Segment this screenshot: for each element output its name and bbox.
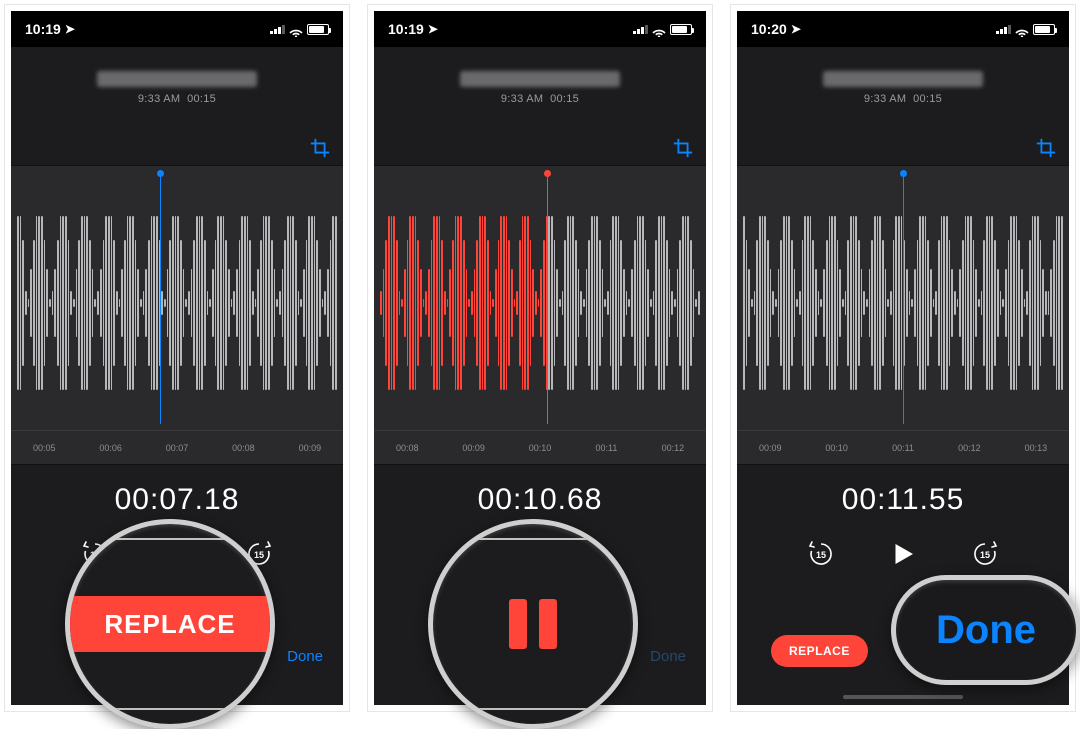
recording-time: 9:33 AM: [864, 93, 906, 105]
phone-screenshot: 10:19 ➤9:33 AM 00:1500:0800:0900:1000:11…: [367, 4, 713, 712]
timeline-tick: 00:09: [737, 443, 803, 453]
battery-icon: [1033, 24, 1055, 35]
skip-forward-button[interactable]: 15: [970, 539, 1000, 569]
recording-header: 9:33 AM 00:15: [737, 47, 1069, 165]
timeline: 00:0800:0900:1000:1100:12: [374, 430, 706, 464]
wifi-icon: [1015, 24, 1029, 34]
done-button-zoom: Done: [936, 608, 1036, 653]
timeline-tick: 00:11: [573, 443, 639, 453]
timeline-tick: 00:12: [936, 443, 1002, 453]
callout-replace: REPLACE: [65, 519, 275, 729]
status-bar: 10:20 ➤: [737, 11, 1069, 47]
recording-title: [823, 71, 983, 87]
current-time: 00:11.55: [842, 483, 965, 517]
play-button[interactable]: [888, 539, 918, 569]
recording-title: [97, 71, 257, 87]
trim-icon[interactable]: [309, 137, 331, 159]
playhead[interactable]: [547, 166, 548, 424]
cellular-icon: [996, 24, 1011, 34]
done-button: Done: [650, 648, 686, 665]
timeline-tick: 00:05: [11, 443, 77, 453]
recording-header: 9:33 AM 00:15: [11, 47, 343, 165]
replace-button-zoom: REPLACE: [65, 596, 275, 652]
home-indicator: [843, 695, 963, 699]
status-bar: 10:19 ➤: [11, 11, 343, 47]
recording-time: 9:33 AM: [501, 93, 543, 105]
location-icon: ➤: [428, 22, 438, 36]
done-button[interactable]: Done: [287, 648, 323, 665]
timeline-tick: 00:11: [870, 443, 936, 453]
skip-back-button[interactable]: 15: [806, 539, 836, 569]
status-time: 10:19: [388, 21, 424, 37]
playhead[interactable]: [160, 166, 161, 424]
timeline: 00:0500:0600:0700:0800:09: [11, 430, 343, 464]
timeline-tick: 00:12: [640, 443, 706, 453]
recording-duration: 00:15: [913, 93, 942, 105]
waveform-area[interactable]: 00:0900:1000:1100:1200:13: [737, 165, 1069, 465]
current-time: 00:07.18: [115, 483, 240, 517]
location-icon: ➤: [65, 22, 75, 36]
trim-icon[interactable]: [1035, 137, 1057, 159]
waveform-area[interactable]: 00:0500:0600:0700:0800:09: [11, 165, 343, 465]
current-time: 00:10.68: [478, 483, 603, 517]
replace-button[interactable]: REPLACE: [771, 635, 868, 667]
playhead[interactable]: [903, 166, 904, 424]
status-time: 10:20: [751, 21, 787, 37]
phone-screenshot: 10:19 ➤9:33 AM 00:1500:0500:0600:0700:08…: [4, 4, 350, 712]
timeline-tick: 00:08: [374, 443, 440, 453]
trim-icon[interactable]: [672, 137, 694, 159]
battery-icon: [307, 24, 329, 35]
timeline-tick: 00:10: [507, 443, 573, 453]
status-time: 10:19: [25, 21, 61, 37]
timeline: 00:0900:1000:1100:1200:13: [737, 430, 1069, 464]
recording-duration: 00:15: [187, 93, 216, 105]
callout-pause: [428, 519, 638, 729]
wifi-icon: [652, 24, 666, 34]
timeline-tick: 00:07: [144, 443, 210, 453]
timeline-tick: 00:09: [277, 443, 343, 453]
timeline-tick: 00:13: [1003, 443, 1069, 453]
waveform: [17, 202, 337, 404]
timeline-tick: 00:08: [210, 443, 276, 453]
recording-title: [460, 71, 620, 87]
recording-time: 9:33 AM: [138, 93, 180, 105]
recording-duration: 00:15: [550, 93, 579, 105]
wifi-icon: [289, 24, 303, 34]
timeline-tick: 00:09: [440, 443, 506, 453]
status-bar: 10:19 ➤: [374, 11, 706, 47]
phone-screenshot: 10:20 ➤9:33 AM 00:1500:0900:1000:1100:12…: [730, 4, 1076, 712]
battery-icon: [670, 24, 692, 35]
pause-button-zoom: [509, 599, 557, 649]
waveform-area[interactable]: 00:0800:0900:1000:1100:12: [374, 165, 706, 465]
location-icon: ➤: [791, 22, 801, 36]
waveform: [380, 202, 700, 404]
callout-done: Done: [891, 575, 1080, 685]
timeline-tick: 00:10: [803, 443, 869, 453]
cellular-icon: [270, 24, 285, 34]
timeline-tick: 00:06: [77, 443, 143, 453]
recording-header: 9:33 AM 00:15: [374, 47, 706, 165]
cellular-icon: [633, 24, 648, 34]
